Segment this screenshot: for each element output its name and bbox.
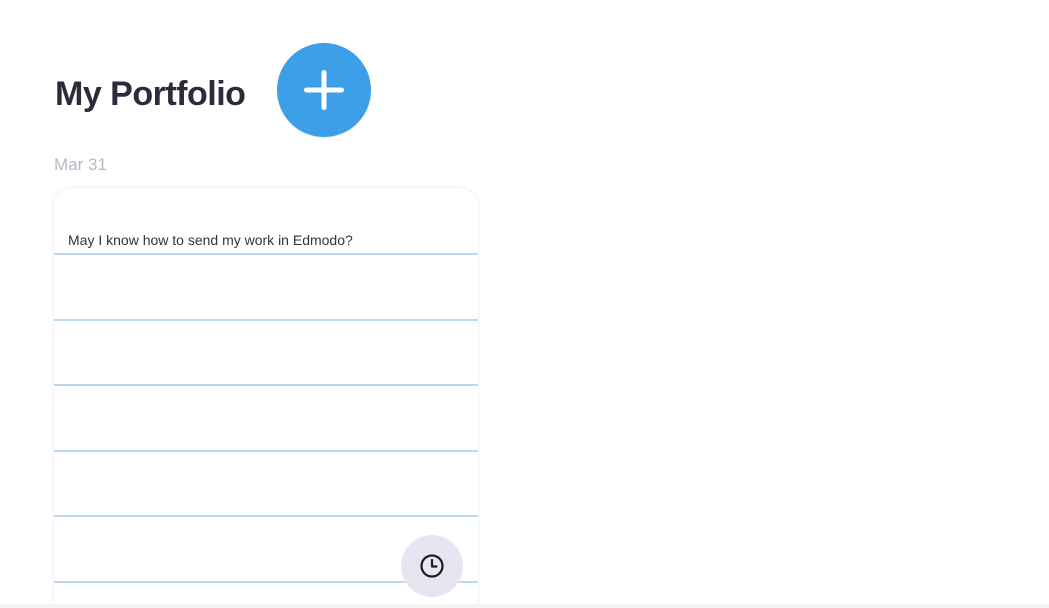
note-line xyxy=(54,253,478,255)
plus-icon xyxy=(304,70,344,110)
note-text: May I know how to send my work in Edmodo… xyxy=(68,232,353,248)
note-line xyxy=(54,319,478,321)
entry-date: Mar 31 xyxy=(54,155,107,174)
note-line xyxy=(54,515,478,517)
history-button[interactable] xyxy=(401,535,463,597)
page-title: My Portfolio xyxy=(55,75,246,113)
note-line xyxy=(54,450,478,452)
portfolio-page: My Portfolio Mar 31 May I know how to se… xyxy=(0,0,1049,608)
bottom-divider xyxy=(0,604,1049,608)
add-entry-button[interactable] xyxy=(277,43,371,137)
note-line xyxy=(54,384,478,386)
clock-icon xyxy=(420,554,444,578)
